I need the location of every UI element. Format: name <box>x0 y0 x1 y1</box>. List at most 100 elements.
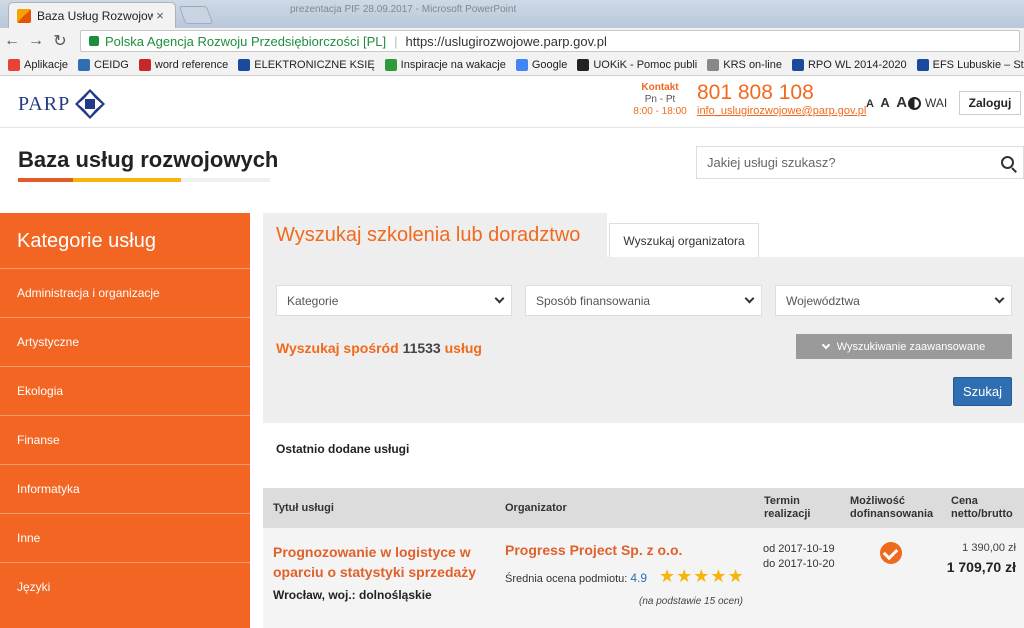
bookmark-item[interactable]: RPO WL 2014-2020 <box>791 58 907 71</box>
bookmark-item[interactable]: Aplikacje <box>8 58 69 71</box>
eagle-icon <box>707 58 720 71</box>
efs-icon <box>916 58 929 71</box>
phone-number[interactable]: 801 808 108 <box>697 81 814 105</box>
bookmark-label: word reference <box>154 58 229 71</box>
date-to: do 2017-10-20 <box>763 558 835 570</box>
categories-sidebar: Kategorie usług Administracja i organiza… <box>0 213 250 628</box>
email-link[interactable]: info_uslugirozwojowe@parp.gov.pl <box>697 105 866 117</box>
chevron-down-icon <box>821 340 830 349</box>
recent-services-title: Ostatnio dodane usługi <box>276 442 410 456</box>
page-title: Baza usług rozwojowych <box>18 147 279 172</box>
parp-logo[interactable]: PARP <box>18 88 106 120</box>
site-search <box>696 146 1024 179</box>
term-dates: od 2017-10-19 do 2017-10-20 <box>763 542 835 572</box>
font-size-medium-button[interactable]: A <box>880 95 889 110</box>
search-button[interactable]: Szukaj <box>953 377 1012 406</box>
count-suffix: usług <box>440 340 482 356</box>
ekw-icon <box>238 58 251 71</box>
contact-hours: 8:00 - 18:00 <box>633 106 687 117</box>
bookmark-item[interactable]: UOKiK - Pomoc publi <box>577 58 698 71</box>
financing-select[interactable]: Sposób finansowania <box>525 285 762 316</box>
chevron-down-icon <box>494 293 505 304</box>
checkmark-icon <box>880 542 902 564</box>
reload-icon[interactable]: ↻ <box>48 29 72 53</box>
price-net: 1 390,00 zł <box>962 542 1016 554</box>
close-icon[interactable]: × <box>153 8 167 23</box>
category-list: Administracja i organizacje Artystyczne … <box>0 268 250 611</box>
new-tab-button[interactable] <box>178 6 214 24</box>
url-text: https://uslugirozwojowe.parp.gov.pl <box>405 33 607 49</box>
sidebar-item-inne[interactable]: Inne <box>0 513 250 562</box>
title-underline <box>18 178 270 182</box>
bookmark-item[interactable]: CEIDG <box>78 58 129 71</box>
bookmark-label: Inspiracje na wakacje <box>400 58 506 71</box>
u-icon <box>577 58 590 71</box>
tab-search-services[interactable]: Wyszukaj szkolenia lub doradztwo <box>263 213 607 257</box>
header-title: Tytuł usługi <box>273 502 334 514</box>
bookmark-item[interactable]: word reference <box>138 58 229 71</box>
search-icon[interactable] <box>993 148 1023 178</box>
browser-tabstrip: Baza Usług Rozwojowych × prezentacja PIF… <box>0 0 1024 28</box>
browser-tab[interactable]: Baza Usług Rozwojowych × <box>8 2 176 28</box>
parp-arrows-icon <box>75 89 106 119</box>
underline-yellow <box>73 178 181 182</box>
rating-basis: (na podstawie 15 ocen) <box>639 596 743 607</box>
lock-icon <box>89 36 99 46</box>
underline-orange <box>18 178 73 182</box>
header-term: Termin realizacji <box>764 495 810 521</box>
browser-toolbar: ← → ↻ Polska Agencja Rozwoju Przedsiębio… <box>0 28 1024 54</box>
google-icon <box>515 58 528 71</box>
search-input[interactable] <box>707 155 993 170</box>
contrast-toggle[interactable]: WAI <box>908 96 947 110</box>
sidebar-item-administracja[interactable]: Administracja i organizacje <box>0 268 250 317</box>
rating-label-text: Średnia ocena podmiotu: <box>505 573 631 585</box>
region-select[interactable]: Województwa <box>775 285 1012 316</box>
background-window-title: prezentacja PIF 28.09.2017 - Microsoft P… <box>290 4 517 15</box>
header-funding-line1: Możliwość <box>850 495 906 507</box>
bookmark-item[interactable]: Google <box>515 58 568 71</box>
back-arrow-icon[interactable]: ← <box>0 29 24 53</box>
table-row: Prognozowanie w logistyce w oparciu o st… <box>263 528 1024 628</box>
bookmark-item[interactable]: ELEKTRONICZNE KSIĘ <box>238 58 375 71</box>
wai-label: WAI <box>925 96 948 110</box>
count-value: 11533 <box>402 340 441 356</box>
rating-value: 4.9 <box>630 571 648 585</box>
advanced-search-label: Wyszukiwanie zaawansowane <box>836 340 986 353</box>
contact-days: Pn - Pt <box>644 94 676 105</box>
sidebar-item-ekologia[interactable]: Ekologia <box>0 366 250 415</box>
sidebar-item-finanse[interactable]: Finanse <box>0 415 250 464</box>
bookmark-label: CEIDG <box>94 58 129 71</box>
service-title-link[interactable]: Prognozowanie w logistyce w oparciu o st… <box>273 542 488 582</box>
login-button[interactable]: Zaloguj <box>959 91 1021 115</box>
apps-grid-icon <box>8 58 20 71</box>
bookmark-label: Google <box>531 58 568 71</box>
ceidg-icon <box>78 58 91 71</box>
bookmark-label: Aplikacje <box>24 58 69 71</box>
logo-text: PARP <box>18 92 71 115</box>
sidebar-item-artystyczne[interactable]: Artystyczne <box>0 317 250 366</box>
sidebar-item-informatyka[interactable]: Informatyka <box>0 464 250 513</box>
bookmark-item[interactable]: Inspiracje na wakacje <box>384 58 506 71</box>
tab-search-organizer[interactable]: Wyszukaj organizatora <box>609 223 759 257</box>
contact-block: Kontakt Pn - Pt 8:00 - 18:00 <box>630 82 690 118</box>
font-size-small-button[interactable]: A <box>866 98 874 110</box>
forward-arrow-icon[interactable]: → <box>24 29 48 53</box>
address-bar[interactable]: Polska Agencja Rozwoju Przedsiębiorczośc… <box>80 30 1020 52</box>
bookmark-label: UOKiK - Pomoc publi <box>593 58 698 71</box>
sidebar-title: Kategorie usług <box>17 230 156 252</box>
advanced-search-button[interactable]: Wyszukiwanie zaawansowane <box>796 334 1012 359</box>
contrast-icon <box>908 96 921 110</box>
bookmark-label: ELEKTRONICZNE KSIĘ <box>254 58 375 71</box>
organizer-link[interactable]: Progress Project Sp. z o.o. <box>505 542 682 558</box>
price-gross: 1 709,70 zł <box>946 559 1016 575</box>
bookmark-item[interactable]: KRS on-line <box>707 58 782 71</box>
date-from: od 2017-10-19 <box>763 543 835 555</box>
sidebar-item-jezyki[interactable]: Języki <box>0 562 250 611</box>
bookmark-item[interactable]: EFS Lubuskie – Strona <box>916 58 1024 71</box>
site-header: PARP Kontakt Pn - Pt 8:00 - 18:00 801 80… <box>0 76 1024 128</box>
category-select[interactable]: Kategorie <box>276 285 512 316</box>
contact-title: Kontakt <box>641 82 679 93</box>
site-identity: Polska Agencja Rozwoju Przedsiębiorczośc… <box>105 33 387 49</box>
font-size-large-button[interactable]: A <box>896 94 907 111</box>
font-size-controls: A A A <box>866 94 909 112</box>
